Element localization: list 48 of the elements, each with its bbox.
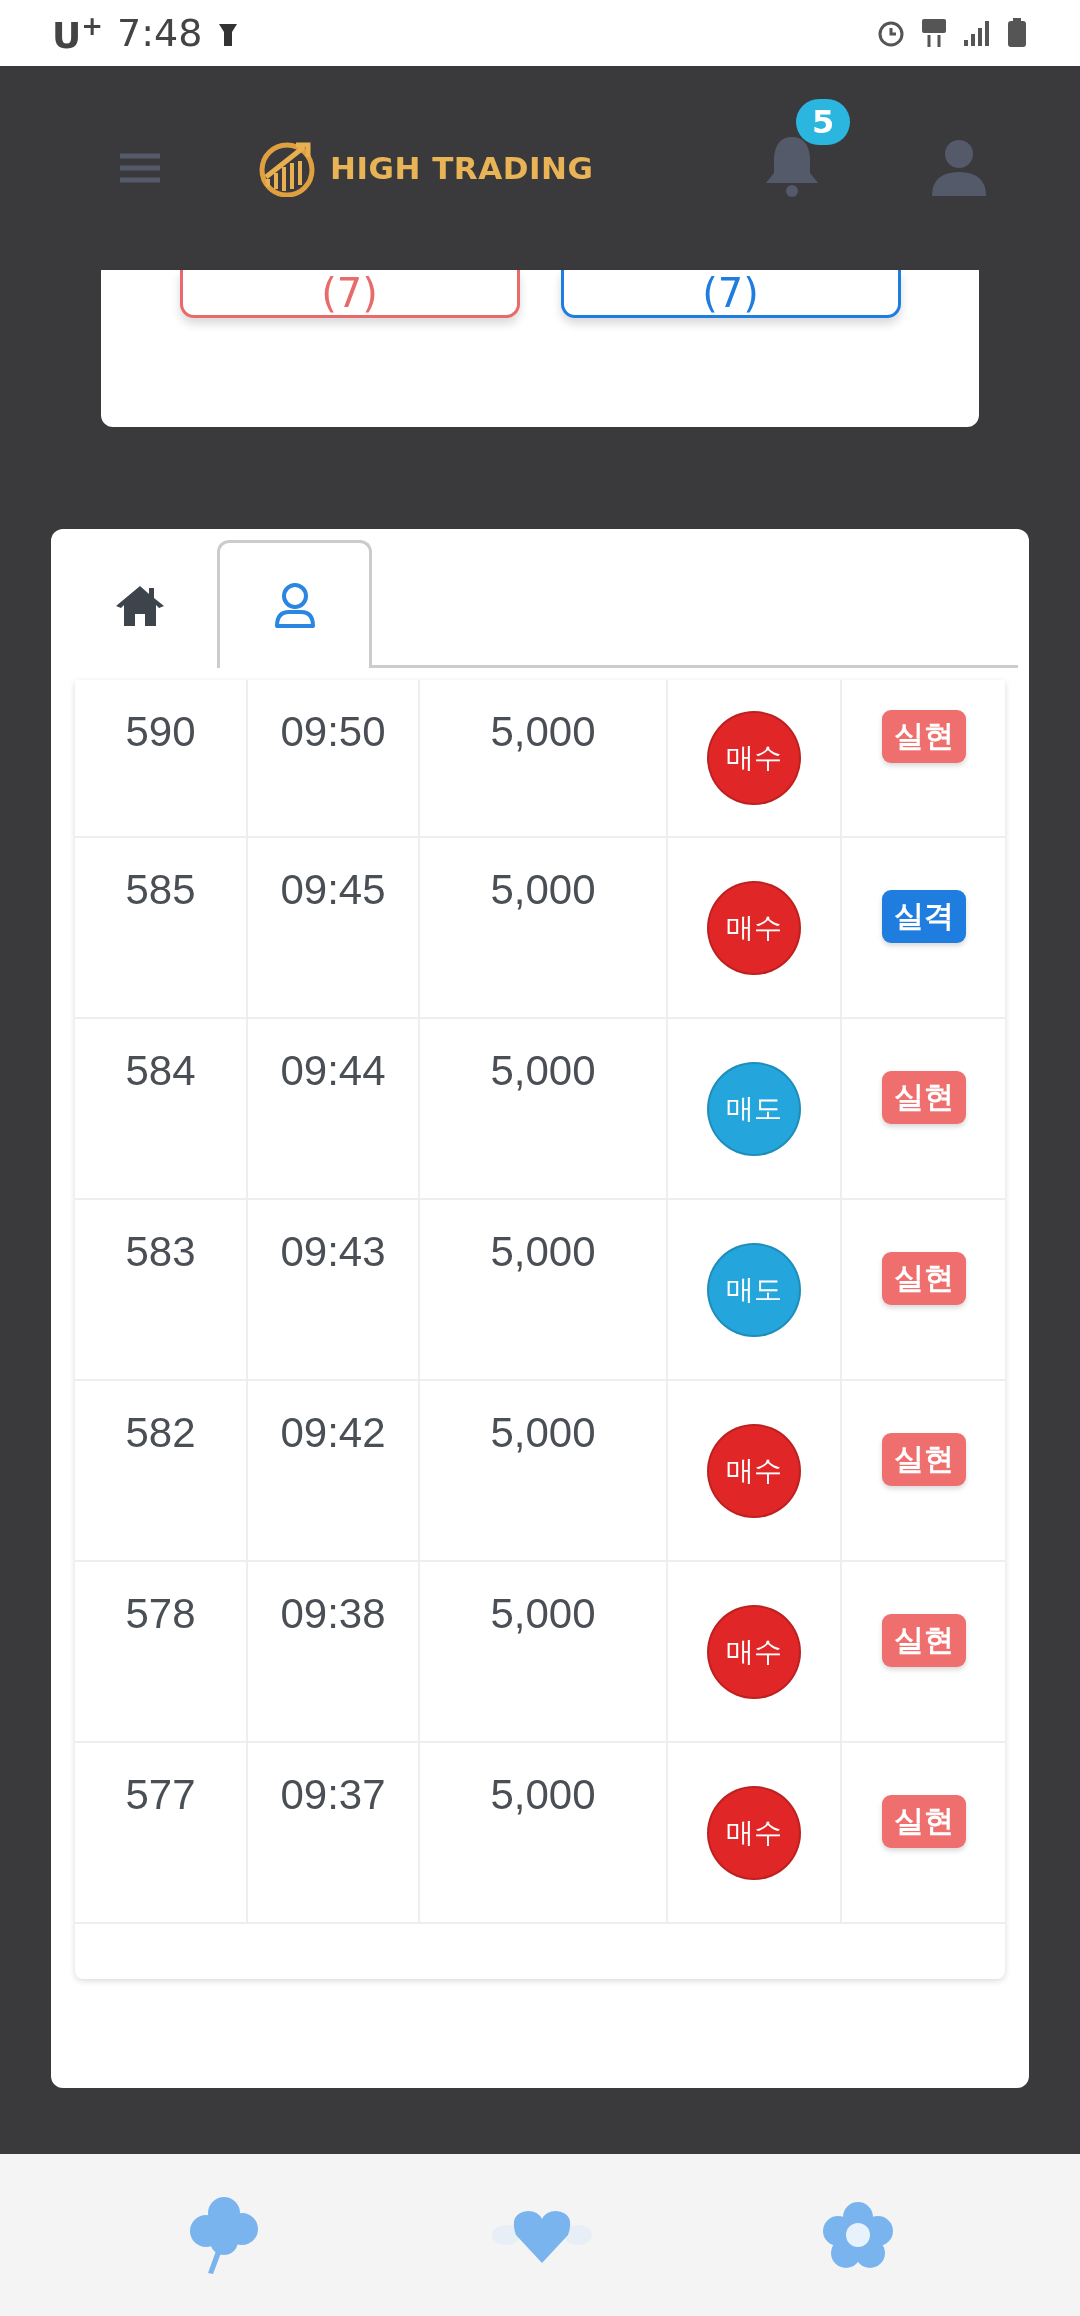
- result-tag: 실격: [881, 890, 966, 943]
- table-cell: 09:45: [248, 838, 420, 1017]
- table-cell: 5,000: [420, 1562, 668, 1741]
- table-cell: 585: [75, 838, 248, 1017]
- table-cell: 09:38: [248, 1562, 420, 1741]
- table-cell: 09:43: [248, 1200, 420, 1379]
- result-tag: 실현: [881, 1795, 966, 1848]
- result-tag: 실현: [881, 1614, 966, 1667]
- trade-side-badge: 매수: [707, 711, 801, 805]
- result-tag: 실현: [881, 1252, 966, 1305]
- count-button[interactable]: (7): [179, 270, 520, 318]
- table-cell: 583: [75, 1200, 248, 1379]
- result-tag: 실현: [881, 1071, 966, 1124]
- trade-side-badge: 매수: [707, 1423, 801, 1518]
- table-cell: 5,000: [420, 1200, 668, 1379]
- result-tag: 실현: [881, 1433, 966, 1486]
- table-cell: 582: [75, 1381, 248, 1560]
- table-cell: 5,000: [420, 1019, 668, 1198]
- table-cell: 5,000: [420, 1381, 668, 1560]
- table-cell: 5,000: [420, 680, 668, 836]
- battery-icon: [1006, 17, 1028, 49]
- flower-icon[interactable]: [822, 2201, 894, 2269]
- table-cell: 09:42: [248, 1381, 420, 1560]
- table-cell: 5,000: [420, 838, 668, 1017]
- result-tag: 실현: [881, 710, 966, 763]
- table-cell: 577: [75, 1743, 248, 1922]
- table-cell: 5,000: [420, 1743, 668, 1922]
- trade-side-badge: 매도: [707, 1242, 801, 1337]
- profile-icon[interactable]: [930, 138, 988, 198]
- logo-text: HIGH TRADING: [330, 150, 594, 186]
- table-cell: 09:50: [248, 680, 420, 836]
- network-icon: [920, 17, 948, 49]
- table-cell: 09:37: [248, 1743, 420, 1922]
- signal-icon: [962, 18, 992, 48]
- trade-side-badge: 매수: [707, 880, 801, 975]
- trade-side-badge: 매수: [707, 1785, 801, 1880]
- table-cell: 584: [75, 1019, 248, 1198]
- table-cell: 578: [75, 1562, 248, 1741]
- table-cell: 590: [75, 680, 248, 836]
- notification-badge: 5: [796, 99, 851, 145]
- table-cell: 09:44: [248, 1019, 420, 1198]
- carrier-label: U$^{+}$: [52, 10, 104, 56]
- menu-icon[interactable]: [118, 153, 162, 183]
- count-button[interactable]: (7): [560, 270, 901, 318]
- user-icon: [272, 581, 317, 630]
- status-time: 7:48: [117, 11, 203, 55]
- trade-side-badge: 매수: [707, 1604, 801, 1699]
- trade-side-badge: 매도: [707, 1061, 801, 1156]
